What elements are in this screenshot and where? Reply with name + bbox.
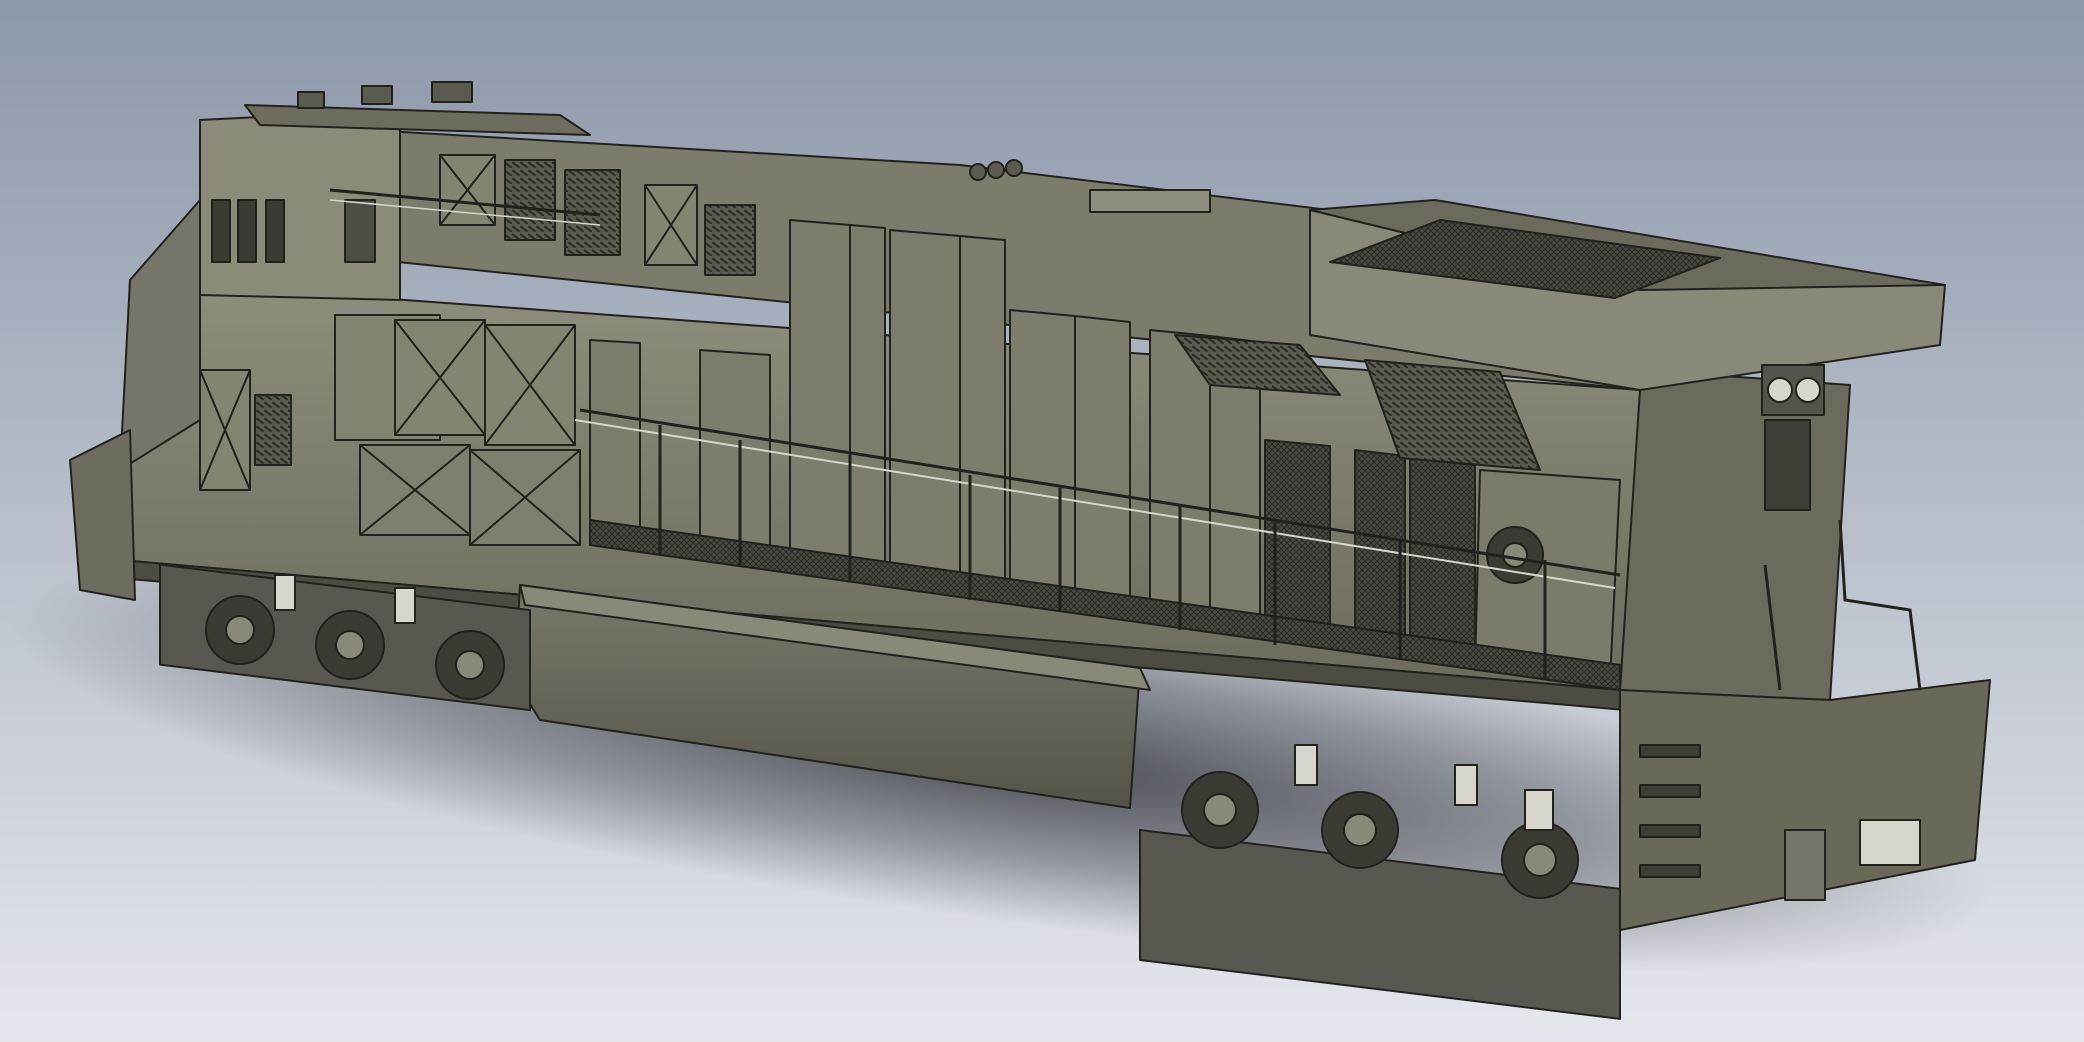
locomotive-render: [0, 0, 2084, 1042]
cab-window: [237, 199, 257, 263]
coupler: [1859, 819, 1921, 866]
rear-door: [1764, 419, 1811, 511]
rear-headlight: [1767, 377, 1793, 403]
upper-vent: [704, 204, 756, 276]
cab-side-window: [344, 199, 376, 263]
horn: [431, 81, 473, 103]
rear-headlight: [1795, 377, 1821, 403]
rear-end-face: [1619, 369, 1851, 701]
horn: [361, 85, 393, 105]
cad-viewport[interactable]: [0, 0, 2084, 1042]
front-pilot: [69, 429, 136, 601]
upper-vent: [504, 159, 556, 241]
roof-light: [1005, 159, 1023, 177]
horn: [297, 91, 325, 109]
roof-light: [987, 161, 1005, 179]
cab-window: [265, 199, 285, 263]
roof-light: [969, 163, 987, 181]
cab-window: [211, 199, 231, 263]
exhaust-stack: [1089, 189, 1211, 213]
air-hoses: [1784, 829, 1826, 901]
fan-hub: [1502, 542, 1528, 568]
